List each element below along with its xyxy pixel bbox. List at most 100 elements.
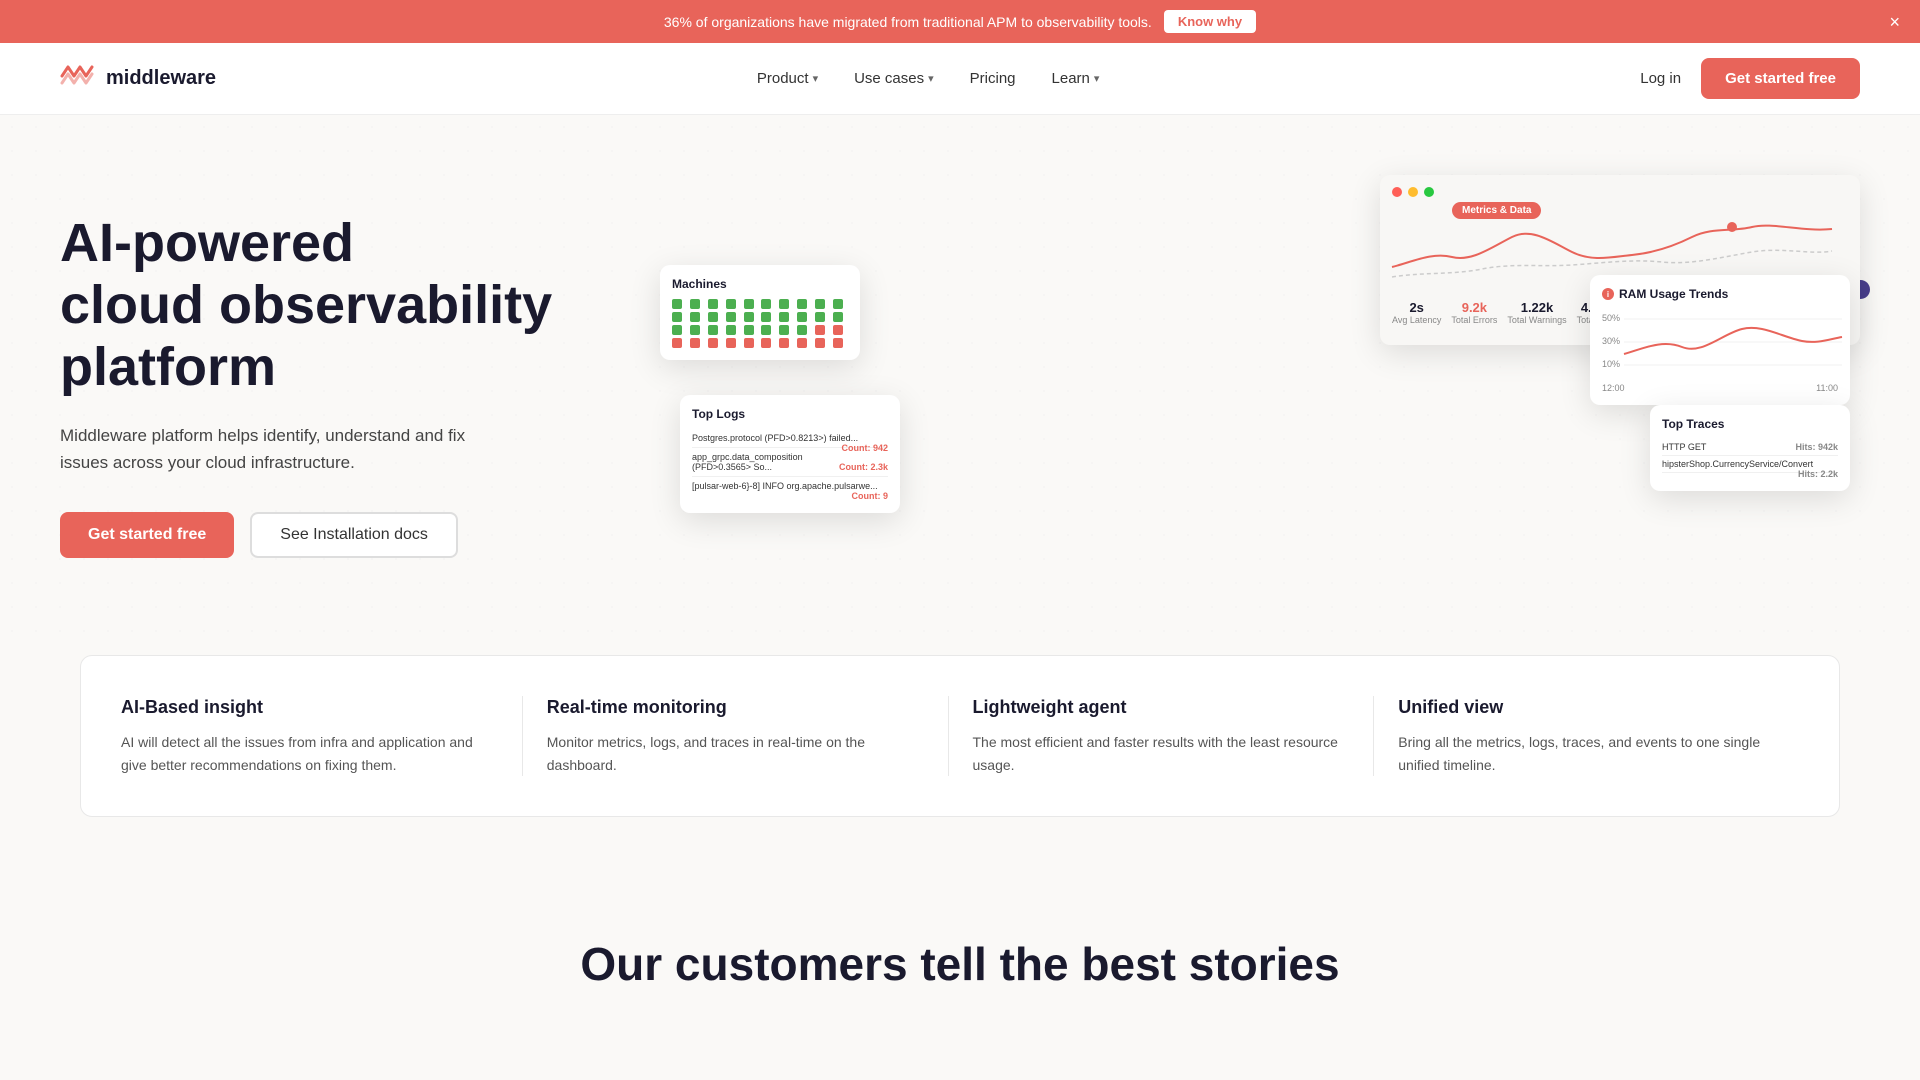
banner-cta-button[interactable]: Know why [1164, 10, 1256, 33]
feature-item-0: AI-Based insight AI will detect all the … [121, 696, 523, 776]
feature-title: Lightweight agent [973, 696, 1350, 719]
feature-desc: Monitor metrics, logs, and traces in rea… [547, 731, 924, 776]
machine-dot [672, 312, 682, 322]
nav-links: Product ▾ Use cases ▾ Pricing Learn ▾ [757, 70, 1100, 87]
machines-widget: Machines [660, 265, 860, 360]
hero-cta-primary[interactable]: Get started free [60, 512, 234, 558]
machine-dot [761, 312, 771, 322]
machine-dot [815, 338, 825, 348]
info-icon: i [1602, 288, 1614, 300]
machine-dot [833, 325, 843, 335]
machine-dot [797, 312, 807, 322]
customers-title: Our customers tell the best stories [60, 937, 1860, 991]
machine-dot [744, 338, 754, 348]
metrics-badge: Metrics & Data [1452, 202, 1541, 219]
traces-title: Top Traces [1662, 417, 1838, 431]
nav-cta-button[interactable]: Get started free [1701, 58, 1860, 99]
traces-list: HTTP GETHits: 942khipsterShop.CurrencySe… [1662, 439, 1838, 473]
machine-dot [690, 299, 700, 309]
log-entry: [pulsar-web-6}-8] INFO org.apache.pulsar… [692, 477, 888, 495]
dashboard-preview: Metrics & Data 2s Avg Latency [660, 175, 1860, 595]
hero-title: AI-poweredcloud observabilityplatform [60, 212, 620, 398]
machine-dot [833, 299, 843, 309]
machine-dot [761, 299, 771, 309]
feature-desc: AI will detect all the issues from infra… [121, 731, 498, 776]
machine-dot [690, 325, 700, 335]
machine-dot [672, 299, 682, 309]
hero-content: AI-poweredcloud observabilityplatform Mi… [60, 212, 620, 559]
trace-entry: hipsterShop.CurrencyService/ConvertHits:… [1662, 456, 1838, 473]
ram-chart: 50% 30% 10% [1602, 309, 1838, 379]
machine-dot [833, 312, 843, 322]
window-titlebar [1392, 187, 1848, 197]
machine-dot [690, 312, 700, 322]
feature-item-1: Real-time monitoring Monitor metrics, lo… [523, 696, 949, 776]
machine-dot [744, 325, 754, 335]
machine-dot [797, 338, 807, 348]
machine-dot [779, 299, 789, 309]
machine-dot [708, 312, 718, 322]
hero-subtitle: Middleware platform helps identify, unde… [60, 422, 480, 476]
minimize-dot [1408, 187, 1418, 197]
machine-dot [815, 325, 825, 335]
logo[interactable]: middleware [60, 63, 216, 95]
machine-dot [726, 325, 736, 335]
customers-section: Our customers tell the best stories [0, 857, 1920, 1031]
dashboard-mockup: Metrics & Data 2s Avg Latency [660, 175, 1860, 595]
machine-dot [672, 325, 682, 335]
machine-dot [779, 325, 789, 335]
nav-product[interactable]: Product ▾ [757, 70, 818, 87]
machine-dot [744, 299, 754, 309]
learn-chevron-icon: ▾ [1094, 72, 1100, 85]
ram-widget: i RAM Usage Trends 50% 30% 10% 12: [1590, 275, 1850, 405]
nav-use-cases[interactable]: Use cases ▾ [854, 70, 934, 87]
product-chevron-icon: ▾ [813, 72, 819, 85]
machine-dot [708, 325, 718, 335]
machine-dot [797, 299, 807, 309]
machine-dot [761, 338, 771, 348]
hero-section: AI-poweredcloud observabilityplatform Mi… [0, 115, 1920, 635]
ram-time-labels: 12:00 11:00 [1602, 383, 1838, 393]
machine-dot [708, 338, 718, 348]
feature-item-2: Lightweight agent The most efficient and… [949, 696, 1375, 776]
feature-title: AI-Based insight [121, 696, 498, 719]
login-button[interactable]: Log in [1640, 70, 1681, 87]
machine-dot [779, 338, 789, 348]
svg-text:50%: 50% [1602, 313, 1620, 323]
log-entry: Postgres.protocol (PFD>0.8213>) failed..… [692, 429, 888, 448]
machines-title: Machines [672, 277, 848, 291]
logo-text: middleware [106, 67, 216, 90]
machine-dot [708, 299, 718, 309]
top-logs-widget: Top Logs Postgres.protocol (PFD>0.8213>)… [680, 395, 900, 513]
nav-learn[interactable]: Learn ▾ [1052, 70, 1100, 87]
banner-close-button[interactable]: × [1889, 13, 1900, 31]
machine-dot [726, 312, 736, 322]
main-nav: middleware Product ▾ Use cases ▾ Pricing… [0, 43, 1920, 115]
svg-text:10%: 10% [1602, 359, 1620, 369]
close-dot [1392, 187, 1402, 197]
feature-title: Unified view [1398, 696, 1775, 719]
ram-title: i RAM Usage Trends [1602, 287, 1838, 301]
hero-cta-secondary[interactable]: See Installation docs [250, 512, 458, 558]
maximize-dot [1424, 187, 1434, 197]
machines-grid [672, 299, 848, 348]
features-wrapper: AI-Based insight AI will detect all the … [0, 635, 1920, 857]
machine-dot [726, 299, 736, 309]
machine-dot [797, 325, 807, 335]
logs-list: Postgres.protocol (PFD>0.8213>) failed..… [692, 429, 888, 495]
machine-dot [779, 312, 789, 322]
machine-dot [672, 338, 682, 348]
trace-entry: HTTP GETHits: 942k [1662, 439, 1838, 456]
machine-dot [761, 325, 771, 335]
logo-icon [60, 63, 96, 95]
banner-text: 36% of organizations have migrated from … [664, 14, 1152, 30]
features-grid: AI-Based insight AI will detect all the … [80, 655, 1840, 817]
machine-dot [744, 312, 754, 322]
svg-text:30%: 30% [1602, 336, 1620, 346]
nav-pricing[interactable]: Pricing [970, 70, 1016, 87]
machine-dot [690, 338, 700, 348]
feature-title: Real-time monitoring [547, 696, 924, 719]
feature-item-3: Unified view Bring all the metrics, logs… [1374, 696, 1799, 776]
machine-dot [726, 338, 736, 348]
feature-desc: Bring all the metrics, logs, traces, and… [1398, 731, 1775, 776]
